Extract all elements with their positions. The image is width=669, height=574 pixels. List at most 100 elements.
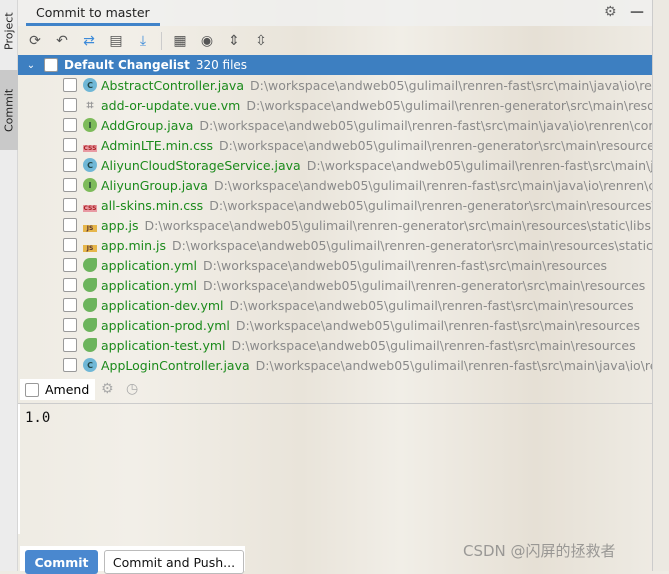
file-name: AdminLTE.min.css (101, 137, 214, 153)
file-path: D:\workspace\andweb05\gulimail\renren-fa… (231, 337, 636, 353)
file-row[interactable]: application-prod.yml D:\workspace\andweb0… (18, 315, 652, 335)
yml-file-icon (83, 298, 97, 312)
file-checkbox[interactable] (63, 138, 77, 152)
file-name: add-or-update.vue.vm (101, 97, 241, 113)
refresh-icon[interactable]: ⟳ (26, 32, 44, 50)
file-checkbox[interactable] (63, 298, 77, 312)
file-name: AliyunCloudStorageService.java (101, 157, 301, 173)
file-row[interactable]: CSS all-skins.min.css D:\workspace\andweb0… (18, 195, 652, 215)
file-checkbox[interactable] (63, 178, 77, 192)
css-file-icon: CSS (83, 204, 97, 212)
file-row[interactable]: application-test.yml D:\workspace\andweb0… (18, 335, 652, 355)
changelist-checkbox[interactable] (44, 58, 58, 72)
gear-icon[interactable]: ⚙ (604, 4, 617, 20)
file-path: D:\workspace\andweb05\gulimail\renren-fa… (229, 297, 634, 313)
yml-file-icon (83, 258, 97, 272)
update-icon[interactable]: ⤓ (134, 32, 152, 50)
file-row[interactable]: I AliyunGroup.java D:\workspace\andweb05\g… (18, 175, 652, 195)
file-name: app.min.js (101, 237, 167, 253)
file-checkbox[interactable] (63, 358, 77, 372)
file-row[interactable]: ⌗ add-or-update.vue.vm D:\workspace\andweb… (18, 95, 652, 115)
commit-and-push-button[interactable]: Commit and Push... (104, 550, 244, 574)
chevron-down-icon[interactable]: ⌄ (18, 60, 44, 71)
file-name: application.yml (101, 277, 197, 293)
file-name: AliyunGroup.java (101, 177, 208, 193)
vm-file-icon: ⌗ (86, 97, 94, 112)
file-checkbox[interactable] (63, 338, 77, 352)
commit-button[interactable]: Commit (25, 550, 98, 574)
file-name: all-skins.min.css (101, 197, 204, 213)
file-checkbox[interactable] (63, 158, 77, 172)
toolbar-divider (161, 31, 162, 50)
file-row[interactable]: JS app.min.js D:\workspace\andweb05\gulima… (18, 235, 652, 255)
file-row[interactable]: JS app.js D:\workspace\andweb05\gulimail\r… (18, 215, 652, 235)
minimize-icon[interactable]: — (630, 4, 644, 20)
file-path: D:\workspace\andweb05\gulimail\renren-fa… (235, 317, 640, 333)
file-path: D:\workspace\andweb05\gulimail\renren-ge… (209, 197, 652, 213)
file-name: application.yml (101, 257, 197, 273)
file-checkbox[interactable] (63, 118, 77, 132)
commit-message-input[interactable]: 1.0 (18, 404, 652, 534)
file-path: D:\workspace\andweb05\gulimail\renren-fa… (199, 117, 652, 133)
collapse-all-icon[interactable]: ⇳ (252, 32, 270, 50)
file-checkbox[interactable] (63, 318, 77, 332)
yml-file-icon (83, 278, 97, 292)
tab-commit-to-master[interactable]: Commit to master (26, 0, 160, 26)
c-file-icon: C (83, 358, 97, 372)
amend-check[interactable] (25, 382, 39, 397)
project-tab-label: Project (2, 12, 16, 50)
file-checkbox[interactable] (63, 98, 77, 112)
file-path: D:\workspace\andweb05\gulimail\renren-ge… (172, 237, 652, 253)
yml-file-icon (83, 338, 97, 352)
changelist-name: Default Changelist (64, 58, 190, 72)
file-row[interactable]: I AddGroup.java D:\workspace\andweb05\guli… (18, 115, 652, 135)
commit-tab-label: Commit (2, 88, 16, 132)
file-name: application-prod.yml (101, 317, 230, 333)
file-name: AbstractController.java (101, 77, 244, 93)
file-checkbox[interactable] (63, 198, 77, 212)
commit-toolbar: ⟳ ↶ ⇄ ▤ ⤓ ▦ ◉ ⇕ ⇳ (18, 27, 652, 54)
view-options-icon[interactable]: ◉ (198, 32, 216, 50)
amend-checkbox[interactable]: Amend (20, 379, 95, 400)
file-checkbox[interactable] (63, 258, 77, 272)
file-path: D:\workspace\andweb05\gulimail\renren-fa… (202, 257, 608, 273)
file-list: C AbstractController.java D:\workspace\and… (18, 75, 652, 375)
changelist-header[interactable]: ⌄ Default Changelist 320 files (18, 55, 652, 75)
file-row[interactable]: application.yml D:\workspace\andweb05\gul… (18, 275, 652, 295)
file-path: D:\workspace\andweb05\gulimail\renren-fa… (213, 177, 652, 193)
commit-tab[interactable]: Commit (0, 70, 18, 150)
file-path: D:\workspace\andweb05\gulimail\renren-ge… (144, 217, 651, 233)
rollback-icon[interactable]: ↶ (53, 32, 71, 50)
js-file-icon: JS (83, 224, 97, 232)
amend-label: Amend (45, 382, 90, 397)
file-checkbox[interactable] (63, 278, 77, 292)
file-row[interactable]: C AliyunCloudStorageService.java D:\worksp… (18, 155, 652, 175)
watermark: CSDN @闪屏的拯救者 (463, 542, 616, 560)
css-file-icon: CSS (83, 144, 97, 152)
file-name: application-test.yml (101, 337, 226, 353)
file-row[interactable]: CSS AdminLTE.min.css D:\workspace\andweb05… (18, 135, 652, 155)
file-path: D:\workspace\andweb05\gulimail\renren-fa… (306, 157, 652, 173)
file-row[interactable]: C AbstractController.java D:\workspace\and… (18, 75, 652, 95)
group-by-icon[interactable]: ▦ (171, 32, 189, 50)
gear-icon[interactable]: ⚙ (101, 381, 114, 397)
file-path: D:\workspace\andweb05\gulimail\renren-ge… (246, 97, 652, 113)
c-file-icon: C (83, 158, 97, 172)
file-checkbox[interactable] (63, 218, 77, 232)
file-row[interactable]: application-dev.yml D:\workspace\andweb05… (18, 295, 652, 315)
c-file-icon: C (83, 78, 97, 92)
show-diff-icon[interactable]: ⇄ (80, 32, 98, 50)
project-tab[interactable]: Project (0, 4, 18, 58)
shelve-icon[interactable]: ▤ (107, 32, 125, 50)
file-checkbox[interactable] (63, 238, 77, 252)
file-path: D:\workspace\andweb05\gulimail\renren-ge… (219, 137, 652, 153)
file-row[interactable]: application.yml D:\workspace\andweb05\gul… (18, 255, 652, 275)
file-row[interactable]: C AppLoginController.java D:\workspace\and… (18, 355, 652, 375)
history-icon[interactable]: ◷ (126, 381, 138, 397)
js-file-icon: JS (83, 244, 97, 252)
editor-gutter (652, 0, 669, 571)
changelist-count: 320 files (195, 58, 248, 72)
expand-all-icon[interactable]: ⇕ (225, 32, 243, 50)
file-name: application-dev.yml (101, 297, 224, 313)
file-checkbox[interactable] (63, 78, 77, 92)
